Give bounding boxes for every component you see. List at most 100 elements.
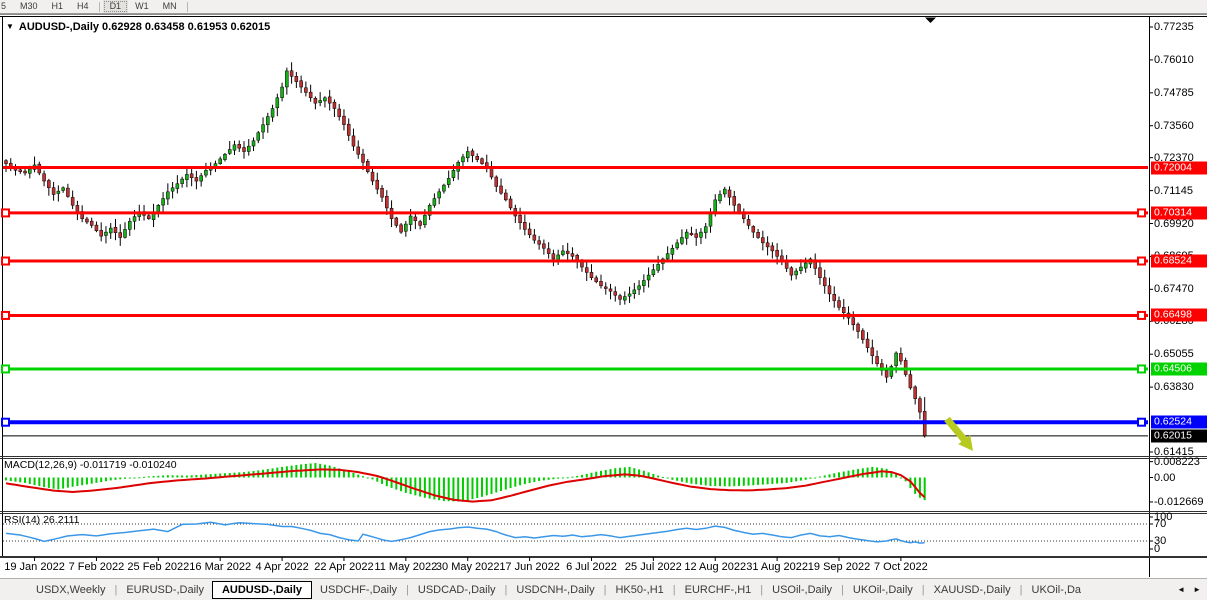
macd-histogram-bar <box>771 478 773 484</box>
line-handle[interactable] <box>2 209 9 216</box>
macd-histogram-bar <box>519 478 521 486</box>
candle-body <box>799 267 802 271</box>
timeframe-button-mn[interactable]: MN <box>156 0 184 13</box>
candle-body <box>104 232 107 235</box>
macd-histogram-bar <box>681 478 683 482</box>
line-handle[interactable] <box>2 312 9 319</box>
chart-tab-xauusd-daily[interactable]: XAUUSD-,Daily <box>926 584 1019 596</box>
candle-body <box>419 222 422 226</box>
tab-separator: | <box>841 584 844 596</box>
timeframe-button-m30[interactable]: M30 <box>13 0 45 13</box>
macd-histogram-bar <box>15 478 17 482</box>
macd-histogram-bar <box>690 478 692 484</box>
candle-body <box>352 136 355 146</box>
symbol-dropdown-icon[interactable]: ▼ <box>6 22 14 31</box>
line-handle[interactable] <box>1138 258 1145 265</box>
candle-body <box>918 399 921 412</box>
candle-body <box>185 174 188 179</box>
chart-tab-usoil-daily[interactable]: USOil-,Daily <box>764 584 840 596</box>
line-handle[interactable] <box>2 365 9 372</box>
timeframe-button-w1[interactable]: W1 <box>128 0 156 13</box>
candle-body <box>133 217 136 222</box>
macd-histogram-bar <box>95 478 97 483</box>
candle-body <box>238 144 241 148</box>
macd-histogram-bar <box>5 478 7 481</box>
candle-body <box>752 226 755 232</box>
chart-tab-eurchf-h1[interactable]: EURCHF-,H1 <box>677 584 760 596</box>
macd-histogram-bar <box>581 475 583 478</box>
candle-body <box>790 268 793 275</box>
timeframe-button-d1[interactable]: D1 <box>103 0 129 13</box>
timeframe-button-h1[interactable]: H1 <box>45 0 71 13</box>
candle-body <box>914 387 917 399</box>
macd-histogram-bar <box>724 478 726 487</box>
tab-scroll-right-icon[interactable]: ► <box>1193 585 1201 594</box>
candle-body <box>604 287 607 289</box>
candle-body <box>680 237 683 243</box>
macd-histogram-bar <box>586 474 588 478</box>
candle-body <box>719 195 722 201</box>
chart-tab-audusd-daily[interactable]: AUDUSD-,Daily <box>212 581 312 599</box>
date-tick-label: 16 Mar 2022 <box>189 561 251 573</box>
chart-title-text: AUDUSD-,Daily 0.62928 0.63458 0.61953 0.… <box>19 21 270 33</box>
candle-body <box>395 218 398 225</box>
macd-histogram-bar <box>562 478 564 479</box>
macd-histogram-bar <box>757 478 759 485</box>
candle-body <box>828 286 831 294</box>
line-handle[interactable] <box>1138 312 1145 319</box>
macd-histogram-bar <box>124 478 126 479</box>
candle-body <box>585 268 588 273</box>
chart-tab-ukoil-daily[interactable]: UKOil-,Daily <box>845 584 921 596</box>
macd-histogram-bar <box>29 478 31 484</box>
macd-histogram-bar <box>676 478 678 481</box>
macd-histogram-bar <box>372 478 374 480</box>
line-handle[interactable] <box>1138 365 1145 372</box>
chart-tab-usdchf-daily[interactable]: USDCHF-,Daily <box>312 584 405 596</box>
macd-histogram-bar <box>367 478 369 479</box>
macd-histogram-bar <box>843 472 845 478</box>
macd-histogram-bar <box>100 478 102 483</box>
candle-body <box>262 125 265 132</box>
candle-body <box>761 238 764 243</box>
candle-body <box>823 278 826 286</box>
timeframe-toolbar: 5M30H1H4 D1W1MN <box>0 0 1207 14</box>
price-tick-label: 0.76010 <box>1154 54 1194 66</box>
candle-body <box>314 98 317 103</box>
chart-tab-hk50-h1[interactable]: HK50-,H1 <box>607 584 671 596</box>
chart-tab-ukoil-da[interactable]: UKOil-,Da <box>1024 584 1090 596</box>
candle-body <box>519 215 522 222</box>
candle-body <box>609 289 612 291</box>
chart-left-border <box>2 16 3 557</box>
candle-body <box>319 100 322 102</box>
candle-body <box>723 189 726 194</box>
tab-scroll-left-icon[interactable]: ◄ <box>1177 585 1185 594</box>
line-handle[interactable] <box>2 419 9 426</box>
chart-tab-eurusd-daily[interactable]: EURUSD-,Daily <box>118 584 212 596</box>
candle-body <box>90 221 93 225</box>
candle-body <box>690 233 693 235</box>
timeframe-button-h4[interactable]: H4 <box>70 0 96 13</box>
candle-body <box>223 154 226 159</box>
macd-histogram-bar <box>857 469 859 477</box>
candle-body <box>438 192 441 198</box>
macd-histogram-bar <box>752 478 754 486</box>
line-handle[interactable] <box>2 258 9 265</box>
candle-body <box>290 71 293 77</box>
timeframe-button-5[interactable]: 5 <box>0 0 13 13</box>
candle-body <box>19 170 22 172</box>
panel-separator <box>0 456 1207 457</box>
price-chart-canvas[interactable] <box>0 0 1207 577</box>
chart-tab-usdcnh-daily[interactable]: USDCNH-,Daily <box>508 584 602 596</box>
chart-tab-usdcad-daily[interactable]: USDCAD-,Daily <box>410 584 504 596</box>
candle-body <box>776 250 779 256</box>
line-handle[interactable] <box>1138 209 1145 216</box>
macd-histogram-bar <box>91 478 93 484</box>
candle-body <box>647 275 650 280</box>
line-handle[interactable] <box>1138 419 1145 426</box>
candle-body <box>309 92 312 98</box>
candle-body <box>442 185 445 191</box>
price-tick-label: 0.65055 <box>1154 348 1194 360</box>
chart-tab-usdx-weekly[interactable]: USDX,Weekly <box>28 584 113 596</box>
candle-body <box>371 172 374 181</box>
macd-histogram-bar <box>790 478 792 483</box>
